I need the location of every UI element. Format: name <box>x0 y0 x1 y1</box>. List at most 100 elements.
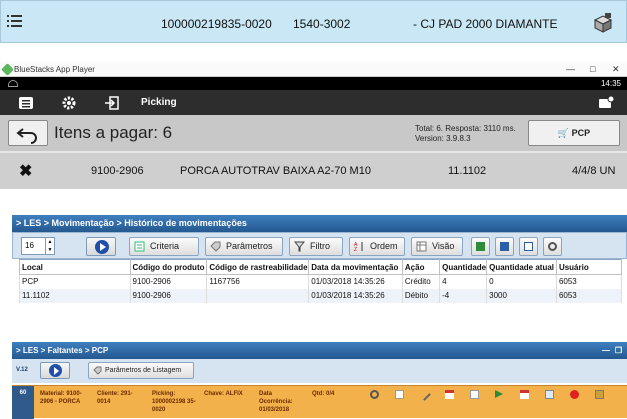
cell-current-quantity: 3000 <box>486 288 557 303</box>
schedule-icon[interactable] <box>520 390 529 399</box>
criteria-button[interactable]: Criteria <box>129 237 199 256</box>
cell-key: Chave: ALFIX <box>204 391 243 397</box>
menu-icon[interactable] <box>18 95 34 111</box>
minimize-icon[interactable]: — <box>602 342 610 359</box>
cell-qty: Qtd: 0/4 <box>312 391 335 397</box>
col-action[interactable]: Ação <box>401 259 441 275</box>
cell-quantity: 4 <box>439 274 488 289</box>
item-description: - CJ PAD 2000 DIAMANTE <box>413 17 558 31</box>
nav-title: Picking <box>141 97 177 108</box>
pcp-button-label: PCP <box>571 128 591 138</box>
row-description: PORCA AUTOTRAV BAIXA A2-70 M10 <box>180 165 371 177</box>
row-quantity: 4/4/8 UN <box>572 165 616 177</box>
movement-table: Local Código do produto Código de rastre… <box>19 259 623 303</box>
page-size-value: 16 <box>25 241 34 250</box>
window-title: BlueStacks App Player <box>14 65 95 74</box>
cell-quantity: -4 <box>439 288 488 303</box>
edit-doc-icon[interactable] <box>395 390 404 399</box>
back-button[interactable] <box>8 120 48 146</box>
cell-current-quantity: 0 <box>486 274 557 289</box>
embed-button[interactable] <box>519 237 538 256</box>
order-label: Ordem <box>370 241 398 251</box>
android-icon <box>8 80 18 87</box>
run-button[interactable] <box>86 237 116 256</box>
list-params-button[interactable]: Parâmetros de Listagem <box>88 362 194 379</box>
forward-arrow-icon[interactable] <box>495 390 503 398</box>
run-button[interactable] <box>40 362 70 379</box>
funnel-icon <box>294 241 305 252</box>
logout-icon[interactable] <box>104 95 120 111</box>
response-info: Total: 6. Resposta: 3110 ms. Version: 3.… <box>415 124 516 144</box>
bluestacks-logo-icon <box>1 63 14 76</box>
view-button[interactable]: Visão <box>411 237 463 256</box>
picking-item-bar: 100000219835-0020 1540-3002 - CJ PAD 200… <box>0 0 627 43</box>
criteria-icon <box>134 241 145 252</box>
code-icon <box>524 242 533 251</box>
android-statusbar: 14:35 <box>0 77 627 90</box>
page-size-stepper[interactable]: 16 ▲ ▼ <box>21 237 55 255</box>
status-time: 14:35 <box>600 79 621 88</box>
cell-material: Material: 9100-2906 - PORCA <box>40 391 82 405</box>
table-row[interactable]: PCP 9100-2906 1167756 01/03/2018 14:35:2… <box>19 274 623 289</box>
excel-icon <box>476 242 485 251</box>
calendar-icon[interactable] <box>445 390 454 399</box>
parameters-button[interactable]: Parâmetros <box>205 237 283 256</box>
save-button[interactable] <box>495 237 514 256</box>
col-current-quantity[interactable]: Quantidade atual <box>486 259 557 275</box>
breadcrumb: > LES > Movimentação > Histórico de movi… <box>12 215 627 232</box>
col-local[interactable]: Local <box>19 259 131 275</box>
col-movement-date[interactable]: Data da movimentação <box>308 259 403 275</box>
pencil-icon[interactable] <box>418 388 431 401</box>
item-ref: 1540-3002 <box>293 17 351 31</box>
grid-view-icon <box>416 241 427 252</box>
close-icon[interactable]: ✕ <box>612 62 620 77</box>
tag-icon <box>93 366 102 375</box>
play-icon <box>49 364 62 377</box>
pcp-button[interactable]: 🛒 PCP <box>528 120 620 146</box>
settings-gear-icon[interactable] <box>61 95 77 111</box>
faltantes-pcp-panel: > LES > Faltantes > PCP — ❐ V.12 Parâmet… <box>12 342 627 419</box>
cell-action: Crédito <box>401 274 441 289</box>
stepper-arrows-icon[interactable]: ▲ ▼ <box>45 238 54 254</box>
print-icon[interactable] <box>545 390 554 399</box>
col-quantity[interactable]: Quantidade <box>439 259 488 275</box>
svg-text:Z: Z <box>354 247 357 252</box>
filter-button[interactable]: Filtro <box>289 237 343 256</box>
picking-header: Itens a pagar: 6 Total: 6. Resposta: 311… <box>0 115 627 151</box>
export-icon[interactable] <box>595 390 604 399</box>
restore-icon[interactable]: ❐ <box>615 342 622 359</box>
remove-icon[interactable]: ✖ <box>19 161 32 181</box>
breadcrumb-text: > LES > Faltantes > PCP <box>16 346 109 355</box>
document-icon[interactable] <box>470 390 479 399</box>
criteria-label: Criteria <box>150 241 180 251</box>
col-product-code[interactable]: Código do produto <box>129 259 208 275</box>
item-code: 100000219835-0020 <box>161 17 272 31</box>
list-params-label: Parâmetros de Listagem <box>105 367 182 374</box>
cell-user: 6053 <box>555 274 623 289</box>
picking-row[interactable]: ✖ 9100-2906 PORCA AUTOTRAV BAIXA A2-70 M… <box>0 153 627 189</box>
table-row[interactable]: 11.1102 9100-2906 01/03/2018 14:35:26 Dé… <box>19 288 623 303</box>
version-label: V.12 <box>16 367 28 373</box>
col-user[interactable]: Usuário <box>555 259 623 275</box>
list-menu-icon[interactable] <box>7 15 23 29</box>
minimize-icon[interactable]: — <box>566 62 575 77</box>
settings-button[interactable] <box>543 237 562 256</box>
maximize-icon[interactable]: □ <box>590 62 595 77</box>
shortage-row[interactable]: 60 Material: 9100-2906 - PORCA Cliente: … <box>12 385 627 419</box>
box-scanner-icon[interactable] <box>591 11 615 35</box>
notification-icon[interactable] <box>598 95 614 111</box>
cell-tracking-code <box>206 288 310 303</box>
view-label: Visão <box>432 241 455 251</box>
play-icon <box>95 240 109 254</box>
cancel-icon[interactable] <box>570 390 579 399</box>
cell-action: Débito <box>401 288 441 303</box>
cell-picking: Picking: 1000002198 35-0020 <box>152 391 196 413</box>
excel-export-button[interactable] <box>471 237 490 256</box>
undo-arrow-icon <box>16 128 37 144</box>
cell-tracking-code: 1167756 <box>206 274 310 289</box>
movement-history-panel: > LES > Movimentação > Histórico de movi… <box>12 215 627 315</box>
order-button[interactable]: AZ Ordem <box>349 237 405 256</box>
response-total: Total: 6. Resposta: 3110 ms. <box>415 124 516 133</box>
search-icon[interactable] <box>370 390 379 399</box>
col-tracking-code[interactable]: Código de rastreabilidade <box>206 259 310 275</box>
